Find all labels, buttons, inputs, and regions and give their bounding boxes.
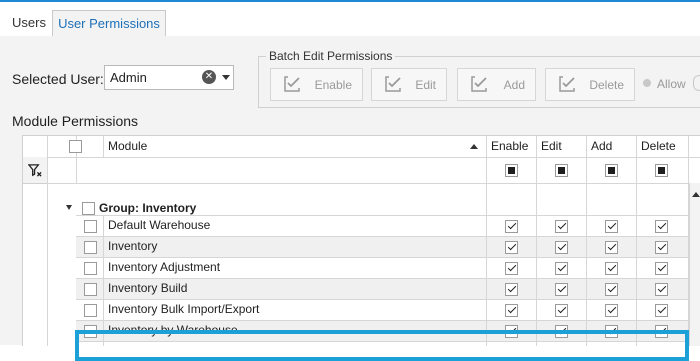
delete-checkbox[interactable] (655, 220, 668, 233)
column-header-add[interactable]: Add (591, 136, 612, 157)
row-highlight-box (75, 330, 689, 361)
batch-edit-title: Batch Edit Permissions (266, 49, 396, 63)
enable-checkbox[interactable] (505, 283, 518, 296)
delete-filter-checkbox[interactable] (655, 164, 668, 177)
batch-edit-label: Edit (415, 78, 436, 92)
grid-vline (47, 136, 48, 346)
select-all-checkbox[interactable] (69, 140, 82, 153)
selected-user-value: Admin (110, 70, 147, 85)
delete-checkbox[interactable] (655, 241, 668, 254)
grid-hline (23, 183, 700, 184)
radio-dot-icon (643, 79, 651, 87)
delete-checkbox[interactable] (655, 262, 668, 275)
add-checkbox[interactable] (605, 220, 618, 233)
enable-checkbox[interactable] (505, 262, 518, 275)
selected-user-label: Selected User: (12, 71, 104, 87)
batch-add-button[interactable]: Add (457, 68, 536, 101)
row-select-checkbox[interactable] (84, 262, 97, 275)
add-checkbox[interactable] (605, 262, 618, 275)
enable-checkbox[interactable] (505, 220, 518, 233)
row-select-checkbox[interactable] (84, 220, 97, 233)
selected-user-combobox[interactable]: Admin ✕ (104, 65, 234, 90)
module-permissions-grid: Module Enable Edit Add Delete Group: Inv… (22, 135, 700, 346)
module-permissions-title: Module Permissions (12, 113, 139, 129)
batch-delete-button[interactable]: Delete (545, 68, 635, 101)
module-name: Inventory Adjustment (108, 260, 221, 274)
deny-radio-partial[interactable] (693, 75, 700, 91)
row-stripe (76, 236, 689, 257)
grid-vline (486, 136, 487, 346)
batch-enable-button[interactable]: Enable (270, 68, 363, 101)
batch-edit-button[interactable]: Edit (371, 68, 447, 101)
group-checkbox[interactable] (82, 202, 95, 215)
edit-checkbox[interactable] (555, 220, 568, 233)
delete-checkbox[interactable] (655, 283, 668, 296)
enable-filter-checkbox[interactable] (505, 164, 518, 177)
checkbox-edit-icon (385, 76, 401, 92)
grid-hline (76, 236, 689, 237)
checkbox-edit-icon (284, 76, 300, 92)
chevron-down-icon[interactable] (222, 75, 230, 80)
row-select-checkbox[interactable] (84, 241, 97, 254)
checkbox-edit-icon (471, 76, 487, 92)
column-header-delete[interactable]: Delete (641, 136, 676, 157)
edit-filter-checkbox[interactable] (555, 164, 568, 177)
permissions-panel: Selected User: Admin ✕ Batch Edit Permis… (0, 36, 700, 361)
edit-checkbox[interactable] (555, 262, 568, 275)
grid-vline (586, 136, 587, 346)
column-header-enable[interactable]: Enable (491, 136, 528, 157)
clear-filter-icon[interactable] (28, 163, 43, 178)
grid-vline (636, 136, 637, 346)
edit-checkbox[interactable] (555, 304, 568, 317)
column-header-edit[interactable]: Edit (541, 136, 562, 157)
row-select-checkbox[interactable] (84, 283, 97, 296)
grid-hline (23, 157, 700, 158)
clear-icon[interactable]: ✕ (202, 70, 216, 84)
edit-checkbox[interactable] (555, 241, 568, 254)
add-checkbox[interactable] (605, 304, 618, 317)
add-filter-checkbox[interactable] (605, 164, 618, 177)
group-expander-icon[interactable] (66, 205, 72, 210)
grid-vline (536, 136, 537, 346)
enable-checkbox[interactable] (505, 241, 518, 254)
column-header-module[interactable]: Module (108, 136, 147, 157)
grid-vline (103, 215, 104, 346)
module-name: Inventory Bulk Import/Export (108, 302, 260, 316)
tab-users[interactable]: Users (0, 10, 52, 36)
batch-enable-label: Enable (314, 78, 352, 92)
delete-checkbox[interactable] (655, 304, 668, 317)
add-checkbox[interactable] (605, 283, 618, 296)
enable-checkbox[interactable] (505, 304, 518, 317)
module-name: Inventory Build (108, 281, 188, 295)
tab-user-permissions[interactable]: User Permissions (52, 10, 166, 37)
vertical-scrollbar[interactable] (689, 183, 700, 346)
add-checkbox[interactable] (605, 241, 618, 254)
batch-add-label: Add (503, 78, 525, 92)
scroll-up-icon[interactable] (692, 192, 700, 197)
tab-bar: Users User Permissions (0, 2, 700, 37)
checkbox-edit-icon (559, 76, 575, 92)
grid-vline (103, 136, 104, 157)
sort-ascending-icon[interactable] (470, 144, 478, 149)
module-name: Inventory (108, 239, 158, 253)
batch-delete-label: Delete (589, 78, 624, 92)
edit-checkbox[interactable] (555, 283, 568, 296)
row-select-checkbox[interactable] (84, 304, 97, 317)
allow-label: Allow (657, 77, 686, 91)
module-name: Default Warehouse (108, 218, 211, 232)
filter-cell[interactable] (23, 157, 47, 184)
allow-radio[interactable]: Allow (643, 77, 686, 91)
